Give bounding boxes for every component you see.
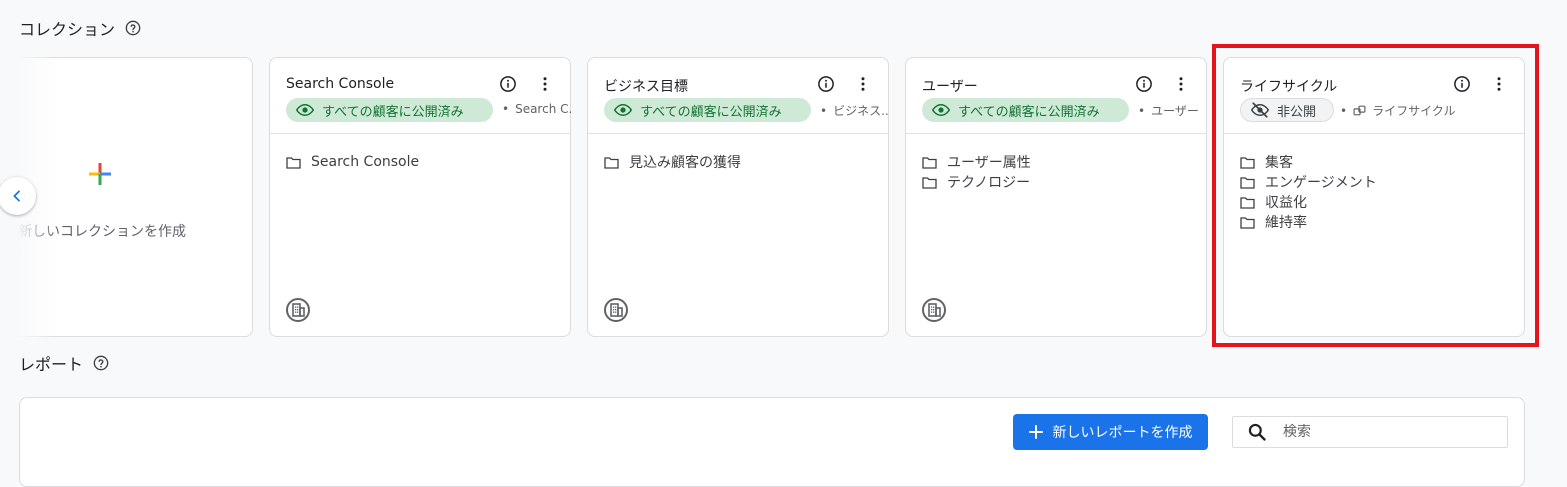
visibility-badge: すべての顧客に公開済み xyxy=(922,98,1129,122)
bullet-separator: • xyxy=(820,103,828,118)
collections-title: コレクション xyxy=(19,20,116,39)
search-input[interactable] xyxy=(1281,423,1495,441)
search-icon xyxy=(1248,423,1266,441)
card-title: ビジネス目標 xyxy=(604,79,688,95)
new-report-label: 新しいレポートを作成 xyxy=(1052,425,1193,441)
building-icon xyxy=(286,298,310,322)
folder-label: テクノロジー xyxy=(947,175,1031,191)
meta-label: Search C... xyxy=(515,102,572,116)
help-icon[interactable] xyxy=(93,355,109,371)
visibility-badge: すべての顧客に公開済み xyxy=(604,98,811,122)
chevron-left-icon xyxy=(13,190,20,202)
meta-label: ユーザー xyxy=(1151,104,1199,118)
visibility-label: すべての顧客に公開済み xyxy=(640,104,782,120)
visibility-badge: すべての顧客に公開済み xyxy=(286,98,493,122)
bullet-separator: • xyxy=(502,102,510,116)
help-icon[interactable] xyxy=(125,20,141,36)
more-vert-icon[interactable] xyxy=(1172,75,1190,93)
folder-label: ユーザー属性 xyxy=(947,155,1031,171)
collection-card-business-goals[interactable]: ビジネス目標 すべての顧客に公開済み • ビジネス... 見込み顧客の獲得 xyxy=(587,57,890,337)
card-meta: • ビジネス... xyxy=(820,102,890,119)
card-title: Search Console xyxy=(286,76,395,92)
report-search[interactable] xyxy=(1232,416,1508,448)
folder-item[interactable]: 見込み顧客の獲得 xyxy=(604,152,872,172)
card-meta: • ユーザー xyxy=(1138,102,1208,119)
building-icon xyxy=(922,298,946,322)
colorful-plus-icon xyxy=(89,163,111,185)
highlight-box xyxy=(1212,44,1539,347)
folder-icon xyxy=(922,156,937,169)
collection-card-users[interactable]: ユーザー すべての顧客に公開済み • ユーザー ユーザー属性 テクノロジー xyxy=(905,57,1207,337)
folder-item[interactable]: ユーザー属性 xyxy=(922,152,1190,172)
eye-icon xyxy=(296,103,314,117)
info-icon[interactable] xyxy=(817,75,835,93)
collection-card-search-console[interactable]: Search Console すべての顧客に公開済み • Search C...… xyxy=(269,57,572,337)
eye-icon xyxy=(932,103,950,117)
plus-icon xyxy=(1028,425,1043,439)
more-vert-icon[interactable] xyxy=(854,75,872,93)
folder-label: Search Console xyxy=(311,154,420,170)
info-icon[interactable] xyxy=(1135,75,1153,93)
folder-label: 見込み顧客の獲得 xyxy=(629,155,741,171)
eye-icon xyxy=(614,103,632,117)
folder-icon xyxy=(604,156,619,169)
reports-title: レポート xyxy=(19,355,84,374)
folder-item[interactable]: テクノロジー xyxy=(922,172,1190,192)
more-vert-icon[interactable] xyxy=(536,75,554,93)
building-icon xyxy=(604,298,628,322)
reports-heading: レポート xyxy=(19,351,109,375)
folder-icon xyxy=(922,176,937,189)
visibility-label: すべての顧客に公開済み xyxy=(958,104,1100,120)
new-report-button[interactable]: 新しいレポートを作成 xyxy=(1013,414,1208,450)
visibility-label: すべての顧客に公開済み xyxy=(322,104,464,120)
card-meta: • Search C... xyxy=(502,102,572,116)
meta-label: ビジネス... xyxy=(833,104,890,118)
card-title: ユーザー xyxy=(922,79,978,95)
folder-item[interactable]: Search Console xyxy=(286,152,554,172)
bullet-separator: • xyxy=(1138,103,1146,118)
info-icon[interactable] xyxy=(499,75,517,93)
collections-heading: コレクション xyxy=(19,16,141,40)
folder-icon xyxy=(286,156,301,169)
